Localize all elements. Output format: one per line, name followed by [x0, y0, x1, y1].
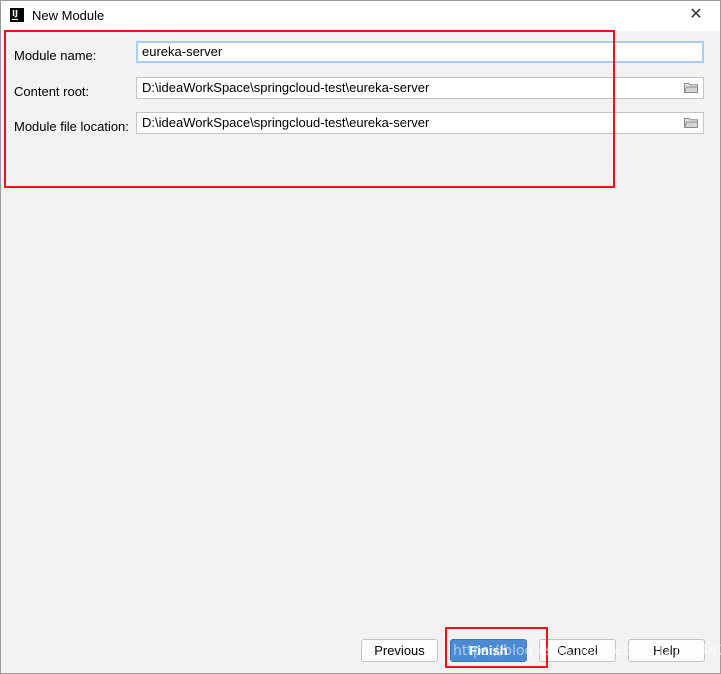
close-icon[interactable]: ✕ [686, 5, 706, 25]
module-file-location-label: Module file location: [14, 119, 129, 134]
module-file-location-value: D:\ideaWorkSpace\springcloud-test\eureka… [142, 115, 430, 130]
new-module-dialog: IJ New Module ✕ Module name: eureka-serv… [0, 0, 721, 674]
dialog-title: New Module [32, 8, 105, 23]
module-name-value: eureka-server [142, 44, 223, 59]
module-name-label: Module name: [14, 48, 97, 63]
browse-folder-icon[interactable] [684, 117, 698, 128]
finish-button[interactable]: Finish [450, 639, 527, 662]
content-root-input[interactable]: D:\ideaWorkSpace\springcloud-test\eureka… [136, 77, 704, 99]
browse-folder-icon[interactable] [684, 82, 698, 93]
content-root-label: Content root: [14, 84, 90, 99]
previous-button[interactable]: Previous [361, 639, 438, 662]
cancel-button[interactable]: Cancel [539, 639, 616, 662]
module-file-location-input[interactable]: D:\ideaWorkSpace\springcloud-test\eureka… [136, 112, 704, 134]
intellij-app-icon: IJ [10, 8, 24, 22]
content-root-value: D:\ideaWorkSpace\springcloud-test\eureka… [142, 80, 430, 95]
module-name-input[interactable]: eureka-server [136, 41, 704, 63]
help-button[interactable]: Help [628, 639, 705, 662]
title-bar: IJ New Module ✕ [1, 1, 720, 31]
